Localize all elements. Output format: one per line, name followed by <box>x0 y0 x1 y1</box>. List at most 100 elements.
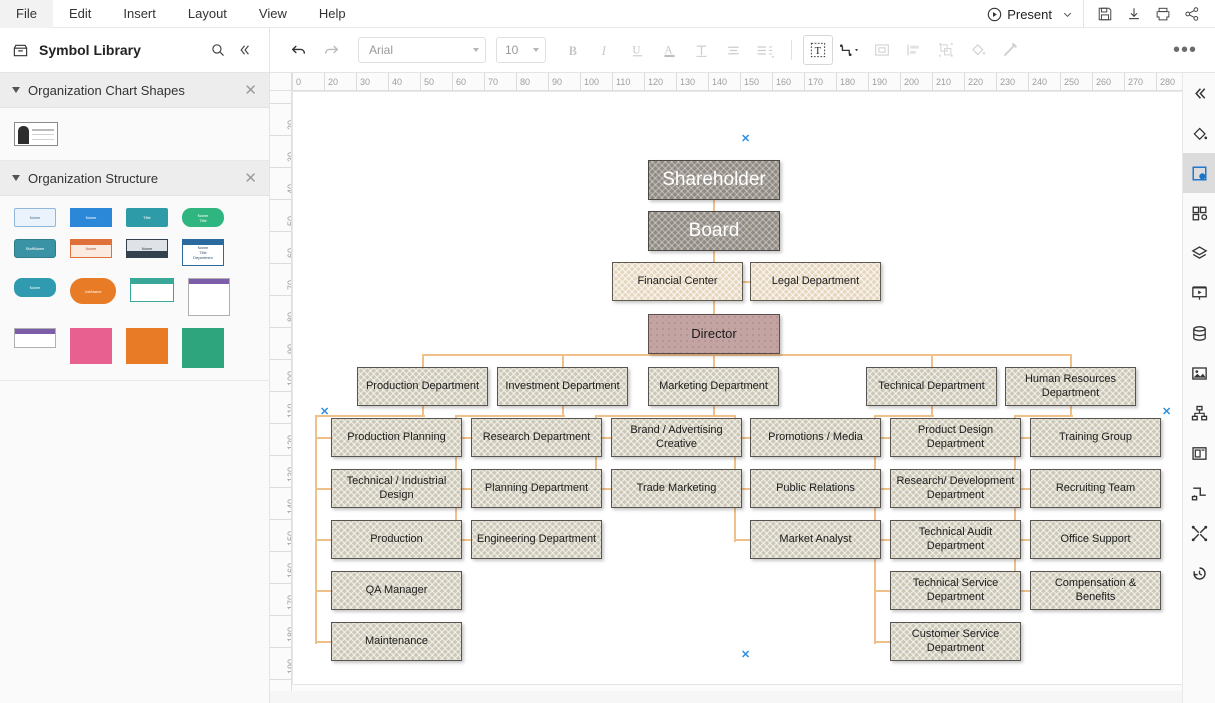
org-node-trade-mkt[interactable]: Trade Marketing <box>611 469 742 508</box>
org-node-research-dept[interactable]: Research Department <box>471 418 602 457</box>
selection-handle-icon[interactable]: ✕ <box>741 650 750 661</box>
table-purple-tall[interactable] <box>188 278 230 316</box>
undo-icon[interactable] <box>284 35 314 65</box>
save-icon[interactable] <box>1092 0 1118 28</box>
org-node-comp-ben[interactable]: Compensation & Benefits <box>1030 571 1161 610</box>
org-node-tech-audit[interactable]: Technical Audit Department <box>890 520 1021 559</box>
name-box-light[interactable]: Name <box>14 208 56 227</box>
align-icon[interactable] <box>718 35 748 65</box>
org-chart-icon[interactable] <box>1183 393 1215 433</box>
staffname-box[interactable]: StaffName <box>14 239 56 258</box>
name-box-orange[interactable]: Name <box>70 239 112 258</box>
org-node-director[interactable]: Director <box>648 314 780 354</box>
grid-shapes-icon[interactable] <box>1183 193 1215 233</box>
position-icon[interactable] <box>867 35 897 65</box>
org-node-board[interactable]: Board <box>648 211 780 251</box>
org-node-training[interactable]: Training Group <box>1030 418 1161 457</box>
org-node-tech-ind[interactable]: Technical / Industrial Design <box>331 469 462 508</box>
horizontal-scrollbar[interactable] <box>270 691 1215 703</box>
venn-circles-shape[interactable] <box>126 328 168 364</box>
layers-icon[interactable] <box>1183 233 1215 273</box>
presentation-icon[interactable] <box>1183 273 1215 313</box>
org-node-production[interactable]: Production <box>331 520 462 559</box>
org-node-planning-dept[interactable]: Planning Department <box>471 469 602 508</box>
photo-card-shape[interactable] <box>14 122 58 146</box>
name-box-blue[interactable]: Name <box>70 208 112 227</box>
org-node-tech-svc[interactable]: Technical Service Department <box>890 571 1021 610</box>
download-icon[interactable] <box>1121 0 1147 28</box>
group-icon[interactable] <box>931 35 961 65</box>
shape-settings-icon[interactable] <box>1183 153 1215 193</box>
org-node-invest-dept[interactable]: Investment Department <box>497 367 628 406</box>
org-node-prod-design[interactable]: Product Design Department <box>890 418 1021 457</box>
org-node-rnd-dept[interactable]: Research/ Development Department <box>890 469 1021 508</box>
org-node-legal[interactable]: Legal Department <box>750 262 881 301</box>
text-box-icon[interactable]: T <box>803 35 833 65</box>
fill-bucket-icon[interactable] <box>963 35 993 65</box>
print-icon[interactable] <box>1150 0 1176 28</box>
menu-file[interactable]: File <box>0 0 53 28</box>
redo-icon[interactable] <box>316 35 346 65</box>
underline-icon[interactable]: U <box>622 35 652 65</box>
name-rounded-teal[interactable]: Name <box>14 278 56 297</box>
search-icon[interactable] <box>205 37 231 63</box>
org-node-recruiting[interactable]: Recruiting Team <box>1030 469 1161 508</box>
table-teal-shape[interactable] <box>130 278 174 302</box>
collapse-panel-icon[interactable] <box>1183 73 1215 113</box>
org-node-promo-media[interactable]: Promotions / Media <box>750 418 881 457</box>
org-node-shareholder[interactable]: Shareholder <box>648 160 780 200</box>
org-node-pub-rel[interactable]: Public Relations <box>750 469 881 508</box>
font-size-select[interactable]: 10 <box>496 37 546 63</box>
org-node-prod-plan[interactable]: Production Planning <box>331 418 462 457</box>
section-header-org-chart-shapes[interactable]: Organization Chart Shapes ✕ <box>0 73 269 108</box>
cluster-circles-green[interactable] <box>182 328 224 368</box>
table-purple-short[interactable] <box>14 328 56 348</box>
ellipse-jobname[interactable]: JobName <box>70 278 116 304</box>
canvas-page[interactable]: Shareholder Board Financial Center Legal De… <box>292 91 1192 685</box>
org-node-hr-dept[interactable]: Human Resources Department <box>1005 367 1136 406</box>
org-node-tech-dept[interactable]: Technical Department <box>866 367 997 406</box>
line-spacing-icon[interactable] <box>750 35 780 65</box>
selection-handle-icon[interactable]: ✕ <box>1162 407 1171 418</box>
section-header-org-structure[interactable]: Organization Structure ✕ <box>0 161 269 196</box>
triangle-pyramid-shape[interactable] <box>70 328 112 364</box>
org-node-eng-dept[interactable]: Engineering Department <box>471 520 602 559</box>
history-icon[interactable] <box>1183 553 1215 593</box>
org-node-maintenance[interactable]: Maintenance <box>331 622 462 661</box>
menu-view[interactable]: View <box>243 0 303 28</box>
menu-insert[interactable]: Insert <box>107 0 172 28</box>
org-node-qa-mgr[interactable]: QA Manager <box>331 571 462 610</box>
org-node-office-sup[interactable]: Office Support <box>1030 520 1161 559</box>
font-color-icon[interactable]: A <box>654 35 684 65</box>
italic-icon[interactable]: I <box>590 35 620 65</box>
scatter-nodes-icon[interactable] <box>1183 513 1215 553</box>
menu-help[interactable]: Help <box>303 0 362 28</box>
name-title-green[interactable]: Name Title <box>182 208 224 227</box>
close-icon[interactable]: ✕ <box>244 83 257 98</box>
container-icon[interactable] <box>1183 433 1215 473</box>
selection-handle-icon[interactable]: ✕ <box>741 134 750 145</box>
org-node-cust-svc[interactable]: Customer Service Department <box>890 622 1021 661</box>
org-node-mkt-dept[interactable]: Marketing Department <box>648 367 779 406</box>
collapse-library-icon[interactable] <box>231 37 257 63</box>
org-node-mkt-analyst[interactable]: Market Analyst <box>750 520 881 559</box>
org-node-brand-adv[interactable]: Brand / Advertising Creative <box>611 418 742 457</box>
align-objects-icon[interactable] <box>899 35 929 65</box>
clear-format-icon[interactable] <box>686 35 716 65</box>
menu-layout[interactable]: Layout <box>172 0 243 28</box>
line-style-icon[interactable] <box>995 35 1025 65</box>
name-title-dept[interactable]: Name Title Departmen <box>182 239 224 266</box>
org-node-financial[interactable]: Financial Center <box>612 262 743 301</box>
connector-icon[interactable] <box>835 35 865 65</box>
present-button[interactable]: Present <box>981 0 1058 28</box>
fill-bucket-icon[interactable] <box>1183 113 1215 153</box>
font-family-select[interactable]: Arial <box>358 37 486 63</box>
share-icon[interactable] <box>1179 0 1205 28</box>
bold-icon[interactable]: B <box>558 35 588 65</box>
selection-handle-icon[interactable]: ✕ <box>320 407 329 418</box>
name-box-navy[interactable]: Name <box>126 239 168 258</box>
connector-route-icon[interactable] <box>1183 473 1215 513</box>
menu-edit[interactable]: Edit <box>53 0 107 28</box>
title-box-teal[interactable]: Title <box>126 208 168 227</box>
image-icon[interactable] <box>1183 353 1215 393</box>
